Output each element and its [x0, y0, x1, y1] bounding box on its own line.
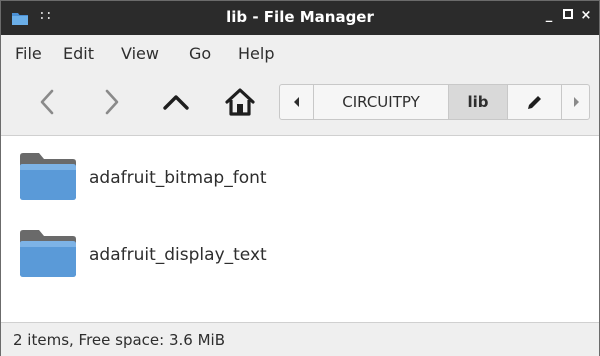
forward-button[interactable]: [95, 85, 129, 119]
pencil-icon: [527, 96, 541, 109]
maximize-button[interactable]: [561, 9, 575, 23]
menu-go[interactable]: Go: [189, 44, 211, 63]
status-bar: 2 items, Free space: 3.6 MiB: [1, 322, 599, 356]
edit-location-button[interactable]: [508, 85, 562, 119]
chevron-up-icon: [163, 95, 189, 110]
menu-bar: File Edit View Go Help: [1, 35, 599, 71]
file-list: adafruit_bitmap_font adafruit_display_te…: [1, 136, 599, 322]
home-icon: [225, 88, 255, 116]
caret-right-icon: [573, 97, 579, 107]
home-button[interactable]: [223, 85, 257, 119]
chevron-left-icon: [40, 89, 54, 115]
status-text: 2 items, Free space: 3.6 MiB: [13, 331, 225, 349]
file-name: adafruit_bitmap_font: [89, 168, 267, 188]
folder-icon: [20, 153, 76, 200]
window-title: lib - File Manager: [226, 8, 374, 26]
file-manager-window: :: lib - File Manager _ × File Edit View…: [0, 0, 600, 356]
back-button[interactable]: [30, 85, 64, 119]
minimize-button[interactable]: _: [542, 9, 556, 23]
path-segment-circuitpy[interactable]: CIRCUITPY: [314, 85, 449, 119]
menu-file[interactable]: File: [15, 44, 42, 63]
list-item[interactable]: adafruit_bitmap_font: [17, 150, 577, 210]
maximize-icon: [563, 9, 573, 19]
title-bar[interactable]: :: lib - File Manager _ ×: [1, 1, 599, 35]
chevron-right-icon: [105, 89, 119, 115]
path-segment-lib[interactable]: lib: [449, 85, 508, 119]
up-button[interactable]: [159, 85, 193, 119]
menu-view[interactable]: View: [121, 44, 159, 63]
menu-edit[interactable]: Edit: [63, 44, 94, 63]
file-name: adafruit_display_text: [89, 245, 267, 265]
path-scroll-left-button[interactable]: [280, 85, 314, 119]
toolbar: CIRCUITPY lib: [1, 71, 599, 136]
close-button[interactable]: ×: [579, 9, 593, 23]
caret-left-icon: [293, 97, 299, 107]
path-bar: CIRCUITPY lib: [279, 84, 590, 120]
folder-icon: [20, 230, 76, 277]
path-scroll-right-button[interactable]: [562, 85, 589, 119]
list-item[interactable]: adafruit_display_text: [17, 227, 577, 287]
menu-help[interactable]: Help: [238, 44, 274, 63]
